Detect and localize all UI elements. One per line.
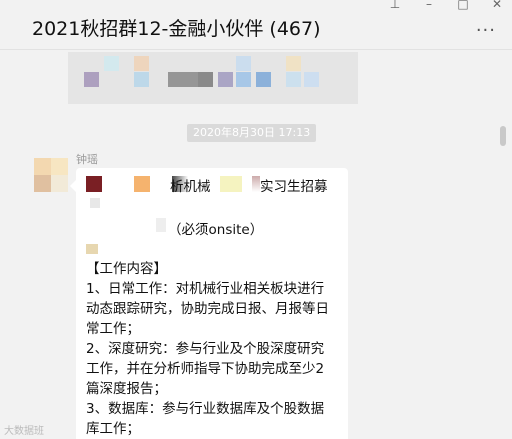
- message-line: 3、数据库：参与行业数据库及个股数据: [86, 401, 325, 417]
- avatar-pixel: [51, 175, 68, 192]
- message-timestamp: 2020年8月30日 17:13: [187, 124, 317, 142]
- blur-pixel: [84, 72, 99, 87]
- blur-pixel: [236, 72, 251, 87]
- chat-title: 2021秋招群12-金融小伙伴 (467): [32, 18, 321, 40]
- watermark-text: 大数据班: [4, 426, 44, 437]
- blur-pixel: [156, 218, 166, 232]
- message-list[interactable]: 2020年8月30日 17:13 钟瑶 析机械 实习生招募 （必须onsite）…: [0, 50, 512, 439]
- sender-name: 钟瑶: [76, 153, 98, 166]
- blur-pixel: [286, 72, 301, 87]
- blur-pixel: [304, 72, 319, 87]
- avatar-pixel: [51, 158, 68, 175]
- blur-pixel: [134, 176, 150, 192]
- blurred-message-bubble: [68, 52, 358, 104]
- blur-pixel: [198, 72, 213, 87]
- maximize-icon[interactable]: □: [456, 0, 470, 10]
- blur-pixel: [90, 198, 100, 208]
- message-line: 2、深度研究：参与行业及个股深度研究: [86, 341, 325, 357]
- message-line: 常工作；: [86, 321, 140, 337]
- blur-pixel: [104, 56, 119, 71]
- scrollbar-thumb[interactable]: [500, 126, 506, 146]
- message-bubble[interactable]: 析机械 实习生招募 （必须onsite） 【工作内容】 1、日常工作：对机械行业…: [76, 168, 348, 439]
- message-line: 实习生招募: [260, 179, 328, 195]
- message-line: 动态跟踪研究，协助完成日报、月报等日: [86, 301, 329, 317]
- blur-pixel: [86, 176, 102, 192]
- message-line: 工作，并在分析师指导下协助完成至少2: [86, 361, 325, 377]
- blur-pixel: [256, 72, 271, 87]
- message-line: 1、日常工作：对机械行业相关板块进行: [86, 281, 325, 297]
- blur-pixel: [134, 72, 149, 87]
- close-icon[interactable]: ✕: [490, 0, 504, 10]
- sender-avatar[interactable]: [34, 158, 68, 192]
- chat-header: 2021秋招群12-金融小伙伴 (467) ⊥ – □ ✕ ···: [0, 0, 512, 50]
- blur-pixel: [252, 176, 260, 192]
- avatar-pixel: [34, 158, 51, 175]
- blur-pixel: [218, 72, 233, 87]
- avatar-pixel: [34, 175, 51, 192]
- message-line: 析机械: [170, 179, 211, 195]
- blur-pixel: [220, 176, 242, 192]
- blur-pixel: [286, 56, 301, 71]
- message-line: （必须onsite）: [168, 222, 264, 238]
- blur-pixel: [168, 72, 198, 87]
- pin-icon[interactable]: ⊥: [388, 0, 402, 10]
- blur-pixel: [236, 56, 251, 71]
- minimize-icon[interactable]: –: [422, 0, 436, 10]
- more-dots-icon[interactable]: ···: [476, 20, 496, 41]
- window-controls: ⊥ – □ ✕: [388, 0, 504, 10]
- message-line: 库工作；: [86, 421, 140, 437]
- message-line: 【工作内容】: [86, 261, 167, 277]
- blur-pixel: [86, 244, 98, 254]
- blur-pixel: [134, 56, 149, 71]
- message-line: 篇深度报告；: [86, 381, 167, 397]
